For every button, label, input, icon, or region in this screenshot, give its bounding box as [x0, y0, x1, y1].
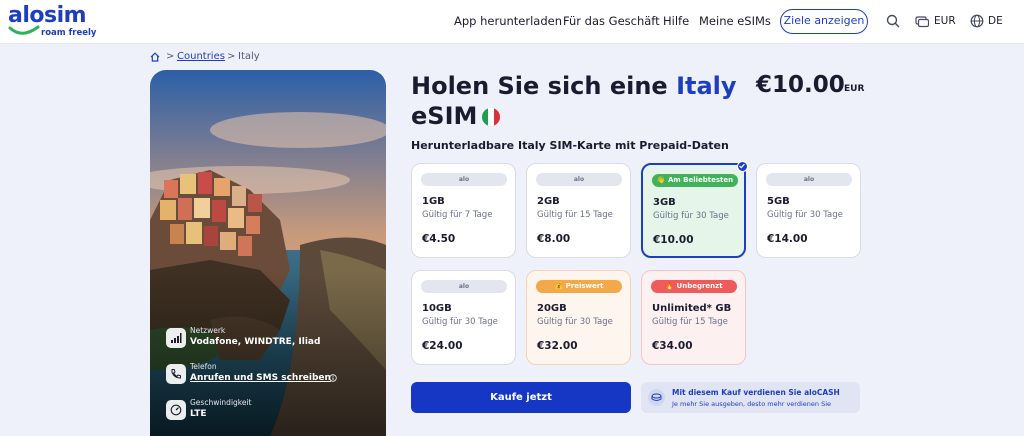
title-suffix: eSIM: [411, 102, 478, 130]
currency-selector[interactable]: EUR: [934, 15, 956, 27]
plan-card-20gb[interactable]: 💰 Preiswert 20GB Gültig für 30 Tage €32.…: [526, 270, 631, 365]
spec-label: Geschwindigkeit: [190, 398, 252, 407]
plan-card-unlimited[interactable]: 🔥 Unbegrenzt Unlimited* GB Gültig für 15…: [641, 270, 746, 365]
plan-price: €8.00: [537, 233, 571, 245]
plan-validity: Gültig für 30 Tage: [537, 317, 613, 327]
product-subtitle: Herunterladbare Italy SIM-Karte mit Prep…: [411, 139, 729, 152]
show-destinations-button[interactable]: Ziele anzeigen: [780, 9, 868, 34]
plan-card-5gb[interactable]: alo 5GB Gültig für 30 Tage €14.00: [756, 163, 861, 258]
plan-validity: Gültig für 7 Tage: [422, 210, 493, 220]
plan-data-amount: 2GB: [537, 196, 560, 207]
plan-badge: alo: [421, 173, 507, 186]
plan-data-amount: 10GB: [422, 303, 452, 314]
plan-data-amount: 3GB: [653, 197, 676, 208]
unlimited-badge: 🔥 Unbegrenzt: [651, 280, 737, 293]
plan-price: €10.00: [653, 234, 694, 246]
spec-value: Vodafone, WINDTRE, Iliad: [190, 337, 321, 347]
plan-price: €34.00: [652, 340, 693, 352]
nav-app-download[interactable]: App herunterladen: [454, 14, 562, 28]
spec-speed: Geschwindigkeit LTE: [166, 398, 376, 426]
alocash-title: Mit diesem Kauf verdienen Sie aloCASH: [672, 388, 840, 397]
globe-icon[interactable]: [970, 14, 984, 28]
logo-wordmark: alosim: [8, 3, 87, 28]
plan-price: €32.00: [537, 340, 578, 352]
plan-validity: Gültig für 30 Tage: [422, 317, 498, 327]
nav-help[interactable]: Hilfe: [663, 14, 689, 28]
logo-swoosh-icon: [8, 25, 40, 35]
plan-validity: Gültig für 30 Tage: [767, 210, 843, 220]
breadcrumb-current: Italy: [238, 51, 260, 62]
home-icon[interactable]: [150, 52, 160, 62]
title-prefix: Holen Sie sich eine: [411, 72, 668, 100]
alocash-subtitle: Je mehr Sie ausgeben, desto mehr verdien…: [672, 400, 832, 408]
spec-network: Netzwerk Vodafone, WINDTRE, Iliad: [166, 326, 376, 354]
selected-price: €10.00: [756, 72, 845, 98]
plan-price: €24.00: [422, 340, 463, 352]
spec-label: Telefon: [190, 362, 217, 371]
popular-badge: 👋 Am Beliebtesten: [652, 174, 738, 187]
title-country: Italy: [676, 72, 737, 100]
plan-price: €4.50: [422, 233, 456, 245]
calls-sms-link[interactable]: Anrufen und SMS schreiben: [190, 373, 331, 383]
breadcrumb-separator: >: [227, 51, 236, 62]
plan-data-amount: 1GB: [422, 196, 445, 207]
plan-card-3gb[interactable]: 👋 Am Beliebtesten 3GB Gültig für 30 Tage…: [641, 161, 748, 258]
spec-phone: Telefon Anrufen und SMS schreiben: [166, 362, 376, 390]
signal-icon: [166, 328, 186, 348]
language-selector[interactable]: DE: [988, 15, 1003, 27]
alocash-info-box: Mit diesem Kauf verdienen Sie aloCASH Je…: [641, 382, 860, 413]
plan-card-1gb[interactable]: alo 1GB Gültig für 7 Tage €4.50: [411, 163, 516, 258]
top-nav-bar: alosim roam freely App herunterladen Für…: [0, 0, 1024, 44]
italy-flag-icon: [482, 108, 500, 126]
plan-card-10gb[interactable]: alo 10GB Gültig für 30 Tage €24.00: [411, 270, 516, 365]
nav-business[interactable]: Für das Geschäft: [563, 14, 660, 28]
price-currency: EUR: [844, 84, 865, 94]
plan-card-2gb[interactable]: alo 2GB Gültig für 15 Tage €8.00: [526, 163, 631, 258]
plan-data-amount: Unlimited* GB: [652, 303, 732, 314]
phone-icon: [166, 364, 186, 384]
spec-value: LTE: [190, 409, 207, 419]
selected-check-icon: [737, 161, 748, 172]
breadcrumb-separator: >: [166, 51, 175, 62]
breadcrumb-countries-link[interactable]: Countries: [177, 51, 225, 62]
plan-data-amount: 20GB: [537, 303, 567, 314]
page-title: Holen Sie sich eine Italy eSIM: [411, 71, 737, 131]
logo-tagline: roam freely: [41, 28, 97, 38]
spec-label: Netzwerk: [190, 326, 226, 335]
plan-validity: Gültig für 15 Tage: [652, 317, 728, 327]
nav-my-esims[interactable]: Meine eSIMs: [699, 14, 771, 28]
alosim-logo[interactable]: alosim roam freely: [8, 5, 108, 39]
plan-badge: alo: [421, 280, 507, 293]
search-icon[interactable]: [886, 14, 900, 28]
currency-icon[interactable]: [915, 14, 929, 28]
speed-icon: [166, 400, 186, 420]
plan-data-amount: 5GB: [767, 196, 790, 207]
plan-validity: Gültig für 30 Tage: [653, 211, 729, 221]
plan-price: €14.00: [767, 233, 808, 245]
buy-now-button[interactable]: Kaufe jetzt: [411, 382, 631, 413]
plan-badge: alo: [766, 173, 852, 186]
info-icon[interactable]: [329, 374, 337, 382]
value-badge: 💰 Preiswert: [536, 280, 622, 293]
plan-validity: Gültig für 15 Tage: [537, 210, 613, 220]
plan-badge: alo: [536, 173, 622, 186]
destination-hero-image: Netzwerk Vodafone, WINDTRE, Iliad Telefo…: [150, 70, 386, 436]
coin-icon: [648, 389, 665, 406]
